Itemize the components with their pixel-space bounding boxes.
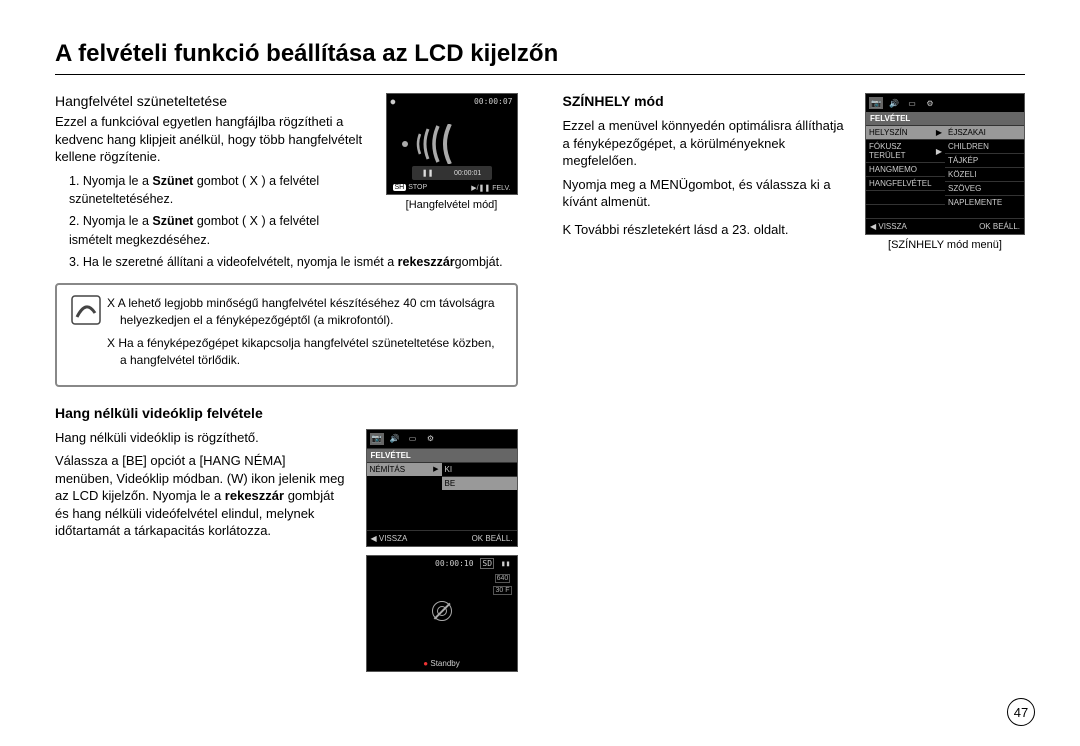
step-3: 3. Ha le szeretné állítani a videofelvét… [69,253,518,272]
lcd-scene-menu: 📷 🔊 ▭ ⚙ FELVÉTEL HELYSZÍN▶ FÓKUSZ TERÜLE… [865,93,1025,235]
lcd1-caption: [Hangfelvétel mód] [386,199,518,211]
menu-opt-be: BE [442,476,517,490]
novoice-line1: Hang nélküli videóklip is rögzíthető. [55,429,346,447]
info-bullet-1: X A lehető legjobb minőségű hangfelvétel… [107,295,502,329]
sound-waves-icon [410,124,465,164]
step-2: 2. Nyomja le a Szünet gombot ( X ) a fel… [69,212,366,250]
page-title: A felvételi funkció beállítása az LCD ki… [55,40,1025,75]
standby-label: Standby [430,659,459,668]
menu-ok: OK BEÁLL. [472,534,513,543]
info-box: X A lehető legjobb minőségű hangfelvétel… [55,283,518,386]
rec-time-top: 00:00:07 [474,97,513,106]
scene-menu-header: FELVÉTEL [866,112,1024,125]
pause-desc: Ezzel a funkcióval egyetlen hangfájlba r… [55,113,366,166]
pause-heading: Hangfelvétel szüneteltetése [55,93,366,109]
scene-opt-ejszakai: ÉJSZAKAI [945,125,1024,139]
lcd-voice-recording: ● 00:00:07 [386,93,518,195]
side-res: 640 [495,574,511,583]
scene-heading: SZÍNHELY mód [563,93,846,109]
menu-back: ◀ VISSZA [371,534,408,543]
menu-opt-ki: KI [442,462,517,476]
tab-sound-icon: 🔊 [388,433,402,445]
page-number: 47 [1007,698,1035,726]
scene-menu-back: ◀ VISSZA [870,222,907,231]
scene-lcd-caption: [SZÍNHELY mód menü] [865,239,1025,251]
scene-item-helyszin: HELYSZÍN▶ [866,125,945,139]
lcd-mute-menu: 📷 🔊 ▭ ⚙ FELVÉTEL NÉMÍTÁS▶ [366,429,518,547]
novoice-line2: Válassza a [BE] opciót a [HANG NÉMA] men… [55,452,346,540]
pause-btn-icon: ❚❚ [422,169,434,177]
info-bullet-2: X Ha a fényképezőgépet kikapcsolja hangf… [107,335,502,369]
scene-opt-tajkep: TÁJKÉP [945,153,1024,167]
scene-item-fokusz: FÓKUSZ TERÜLET▶ [866,139,945,162]
side-fps: 30 F [493,586,511,595]
tab-camera-icon: 📷 [370,433,384,445]
rec-timer-mid: 00:00:01 [454,170,481,177]
note-icon [71,295,107,374]
scene-opt-children: CHILDREN [945,139,1024,153]
menu-header: FELVÉTEL [367,449,517,462]
novoice-heading: Hang nélküli videóklip felvétele [55,405,518,421]
tab-sound-icon-2: 🔊 [887,97,901,109]
scene-opt-kozeli: KÖZELI [945,167,1024,181]
scene-item-hangfelv: HANGFELVÉTEL [866,176,945,190]
rec-icon: ● [391,97,396,106]
scene-menu-ok: OK BEÁLL. [979,222,1020,231]
scene-ref: K További részletekért lásd a 23. oldalt… [563,221,846,239]
scene-p2: Nyomja meg a MENÜgombot, és válassza ki … [563,176,846,211]
rec-dot-icon: ● [423,659,428,668]
tab-setup-icon-2: ⚙ [923,97,937,109]
mic-icon [402,141,408,147]
tab-display-icon: ▭ [406,433,420,445]
standby-time: 00:00:10 SD ▮▮ [435,559,510,568]
lcd-standby: 00:00:10 SD ▮▮ 640 30 F ● [366,555,518,672]
step-1: 1. Nyomja le a Szünet gombot ( X ) a fel… [69,172,366,210]
menu-item-mute: NÉMÍTÁS▶ [367,462,442,476]
scene-opt-szoveg: SZÖVEG [945,181,1024,195]
tab-setup-icon: ⚙ [424,433,438,445]
tab-camera-icon-2: 📷 [869,97,883,109]
scene-p1: Ezzel a menüvel könnyedén optimálisra ál… [563,117,846,170]
scene-opt-naplemente: NAPLEMENTE [945,195,1024,209]
scene-item-hangmemo: HANGMEMO [866,162,945,176]
tab-display-icon-2: ▭ [905,97,919,109]
